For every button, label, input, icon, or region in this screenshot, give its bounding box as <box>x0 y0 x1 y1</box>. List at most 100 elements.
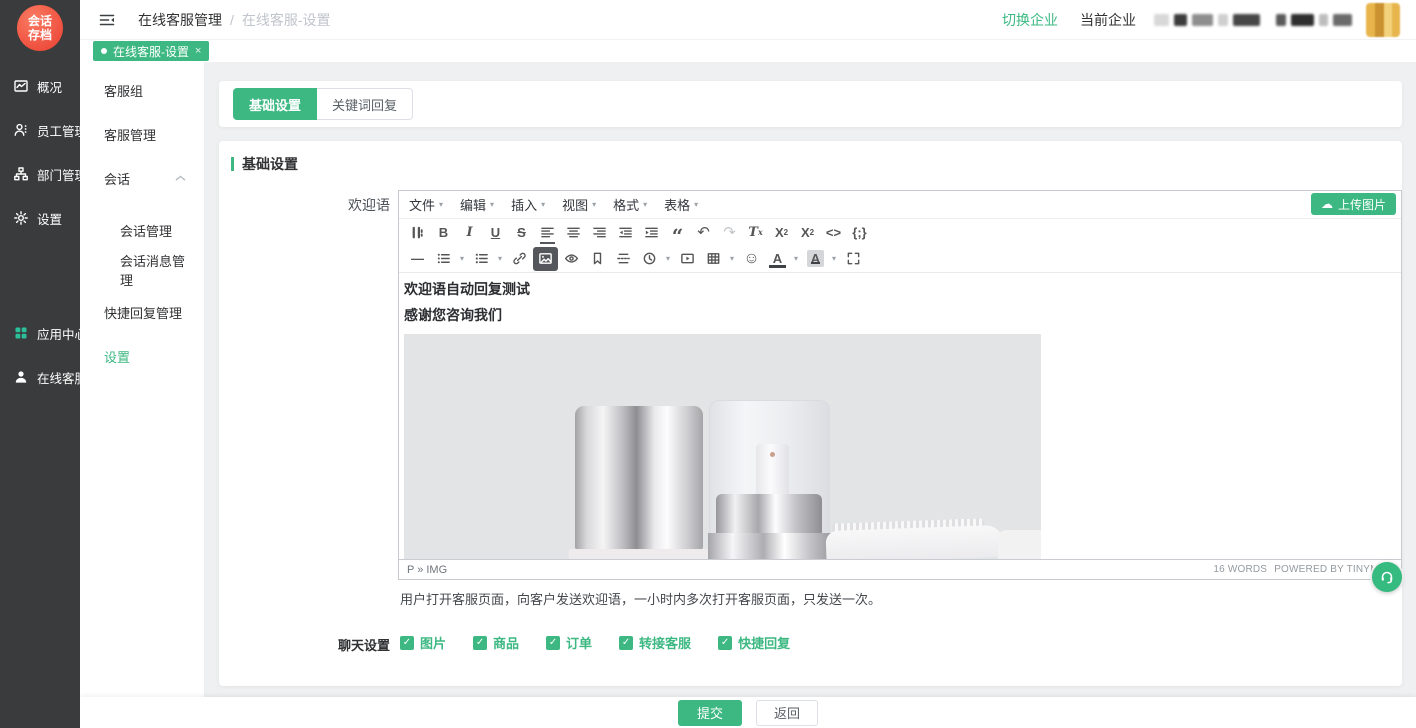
outdent-button[interactable] <box>613 220 638 244</box>
sidebar-item-departments[interactable]: 部门管理 <box>0 152 80 196</box>
chat-settings-label: 聊天设置 <box>330 635 390 654</box>
upload-image-button[interactable]: ☁ 上传图片 <box>1311 193 1396 215</box>
numbered-list-button[interactable] <box>469 247 494 271</box>
insert-datetime-button[interactable] <box>637 247 662 271</box>
welcome-image[interactable] <box>404 334 1041 559</box>
editor-statusbar: P » IMG 16 WORDS POWERED BY TINYMCE <box>399 559 1401 579</box>
app-logo[interactable]: 会话 存档 <box>17 5 63 51</box>
bold-button[interactable]: B <box>431 220 456 244</box>
sidebar-item-session-management[interactable]: 会话管理 <box>80 210 204 250</box>
glyph: X <box>775 225 784 240</box>
editor-menu-table[interactable]: 表格▾ <box>664 195 698 214</box>
employee-icon <box>13 122 29 138</box>
open-tabs-bar: 在线客服-设置 × <box>80 40 1416 62</box>
caret-down-icon[interactable]: ▾ <box>791 254 801 263</box>
horizontal-rule-button[interactable]: — <box>405 247 430 271</box>
checkbox-image[interactable]: ✓ 图片 <box>400 633 446 652</box>
current-company-label: 当前企业 <box>1080 10 1136 30</box>
editor-menu-format[interactable]: 格式▾ <box>613 195 647 214</box>
link-button[interactable] <box>507 247 532 271</box>
blockquote-button[interactable]: “ <box>665 220 690 244</box>
tab-chip-online-service-settings[interactable]: 在线客服-设置 × <box>93 41 209 61</box>
sidebar-item-service-groups[interactable]: 客服组 <box>80 68 204 112</box>
checkbox-quick-reply[interactable]: ✓ 快捷回复 <box>718 633 790 652</box>
submit-button[interactable]: 提交 <box>678 700 742 726</box>
fullscreen-button[interactable] <box>841 247 866 271</box>
caret-down-icon[interactable]: ▾ <box>663 254 673 263</box>
sidebar-item-settings-active[interactable]: 设置 <box>80 334 204 378</box>
paragraph-format-icon[interactable] <box>405 220 430 244</box>
sidebar-item-settings[interactable]: 设置 <box>0 196 80 240</box>
preview-eye-button[interactable] <box>559 247 584 271</box>
top-header: 在线客服管理 / 在线客服-设置 切换企业 当前企业 <box>80 0 1416 40</box>
caret-down-icon[interactable]: ▾ <box>727 254 737 263</box>
sidebar-item-label: 概况 <box>37 77 62 96</box>
page-break-button[interactable] <box>611 247 636 271</box>
clear-formatting-button[interactable]: Tx <box>743 220 768 244</box>
tab-close-icon[interactable]: × <box>195 45 201 57</box>
editor-menu-file[interactable]: 文件▾ <box>409 195 443 214</box>
superscript-button[interactable]: X2 <box>795 220 820 244</box>
insert-image-button[interactable] <box>533 247 558 271</box>
align-right-button[interactable] <box>587 220 612 244</box>
bullet-list-button[interactable] <box>431 247 456 271</box>
sidebar-item-session-message-management[interactable]: 会话消息管理 <box>80 250 204 290</box>
insert-table-button[interactable] <box>701 247 726 271</box>
redacted-company-name <box>1154 14 1260 26</box>
floating-service-button[interactable] <box>1372 562 1402 592</box>
switch-company-link[interactable]: 切换企业 <box>1002 10 1058 30</box>
caret-down-icon[interactable]: ▾ <box>457 254 467 263</box>
sidebar-item-sessions[interactable]: 会话 <box>80 156 204 200</box>
user-avatar[interactable] <box>1366 3 1400 37</box>
strikethrough-button[interactable]: S <box>509 220 534 244</box>
sidebar-item-label: 会话消息管理 <box>120 251 186 289</box>
upload-button-label: 上传图片 <box>1338 196 1386 213</box>
insert-media-button[interactable] <box>675 247 700 271</box>
pump-bottle-body <box>708 533 831 559</box>
emoticons-button[interactable]: ☺ <box>739 247 764 271</box>
back-button[interactable]: 返回 <box>756 700 818 726</box>
editor-content-area[interactable]: 欢迎语自动回复测试 感谢您咨询我们 <box>399 272 1401 559</box>
section-header: 基础设置 <box>231 154 1402 174</box>
glyph: X <box>801 225 810 240</box>
text-color-button[interactable]: A <box>765 247 790 271</box>
sidebar-item-overview[interactable]: 概况 <box>0 64 80 108</box>
align-center-button[interactable] <box>561 220 586 244</box>
indent-button[interactable] <box>639 220 664 244</box>
anchor-bookmark-button[interactable] <box>585 247 610 271</box>
menu-label: 表格 <box>664 195 690 214</box>
align-left-button[interactable] <box>535 220 560 244</box>
checkbox-product[interactable]: ✓ 商品 <box>473 633 519 652</box>
code-sample-button[interactable]: {;} <box>847 220 872 244</box>
subscript-button[interactable]: X2 <box>769 220 794 244</box>
caret-down-icon[interactable]: ▾ <box>495 254 505 263</box>
tab-keyword-reply[interactable]: 关键词回复 <box>317 88 413 120</box>
sidebar-item-app-center[interactable]: 应用中心 <box>0 311 80 355</box>
code-button[interactable]: <> <box>821 220 846 244</box>
checkbox-transfer-service[interactable]: ✓ 转接客服 <box>619 633 691 652</box>
chevron-up-icon <box>175 175 186 181</box>
editor-toolbar-row1: B I U S “ ↶ ↷ Tx X2 X2 <box>399 218 1401 245</box>
editor-menu-edit[interactable]: 编辑▾ <box>460 195 494 214</box>
sidebar-item-quick-reply-management[interactable]: 快捷回复管理 <box>80 290 204 334</box>
background-color-button[interactable]: A <box>803 247 828 271</box>
sidebar-item-service-management[interactable]: 客服管理 <box>80 112 204 156</box>
editor-menu-insert[interactable]: 插入▾ <box>511 195 545 214</box>
editor-menu-view[interactable]: 视图▾ <box>562 195 596 214</box>
undo-button[interactable]: ↶ <box>691 220 716 244</box>
breadcrumb-parent[interactable]: 在线客服管理 <box>138 10 222 30</box>
sidebar-item-employees[interactable]: 员工管理 <box>0 108 80 152</box>
sidebar-item-label: 会话 <box>104 169 130 188</box>
menu-fold-icon[interactable] <box>98 11 116 29</box>
underline-button[interactable]: U <box>483 220 508 244</box>
sidebar-item-label: 部门管理 <box>37 165 87 184</box>
breadcrumb-separator: / <box>230 12 234 28</box>
checkbox-order[interactable]: ✓ 订单 <box>546 633 592 652</box>
caret-down-icon[interactable]: ▾ <box>829 254 839 263</box>
tab-basic-settings[interactable]: 基础设置 <box>233 88 317 120</box>
sidebar-item-online-service[interactable]: 在线客服 <box>0 355 80 399</box>
color-swatch <box>769 265 786 268</box>
word-count: 16 WORDS <box>1213 564 1267 575</box>
italic-button[interactable]: I <box>457 220 482 244</box>
redo-button[interactable]: ↷ <box>717 220 742 244</box>
